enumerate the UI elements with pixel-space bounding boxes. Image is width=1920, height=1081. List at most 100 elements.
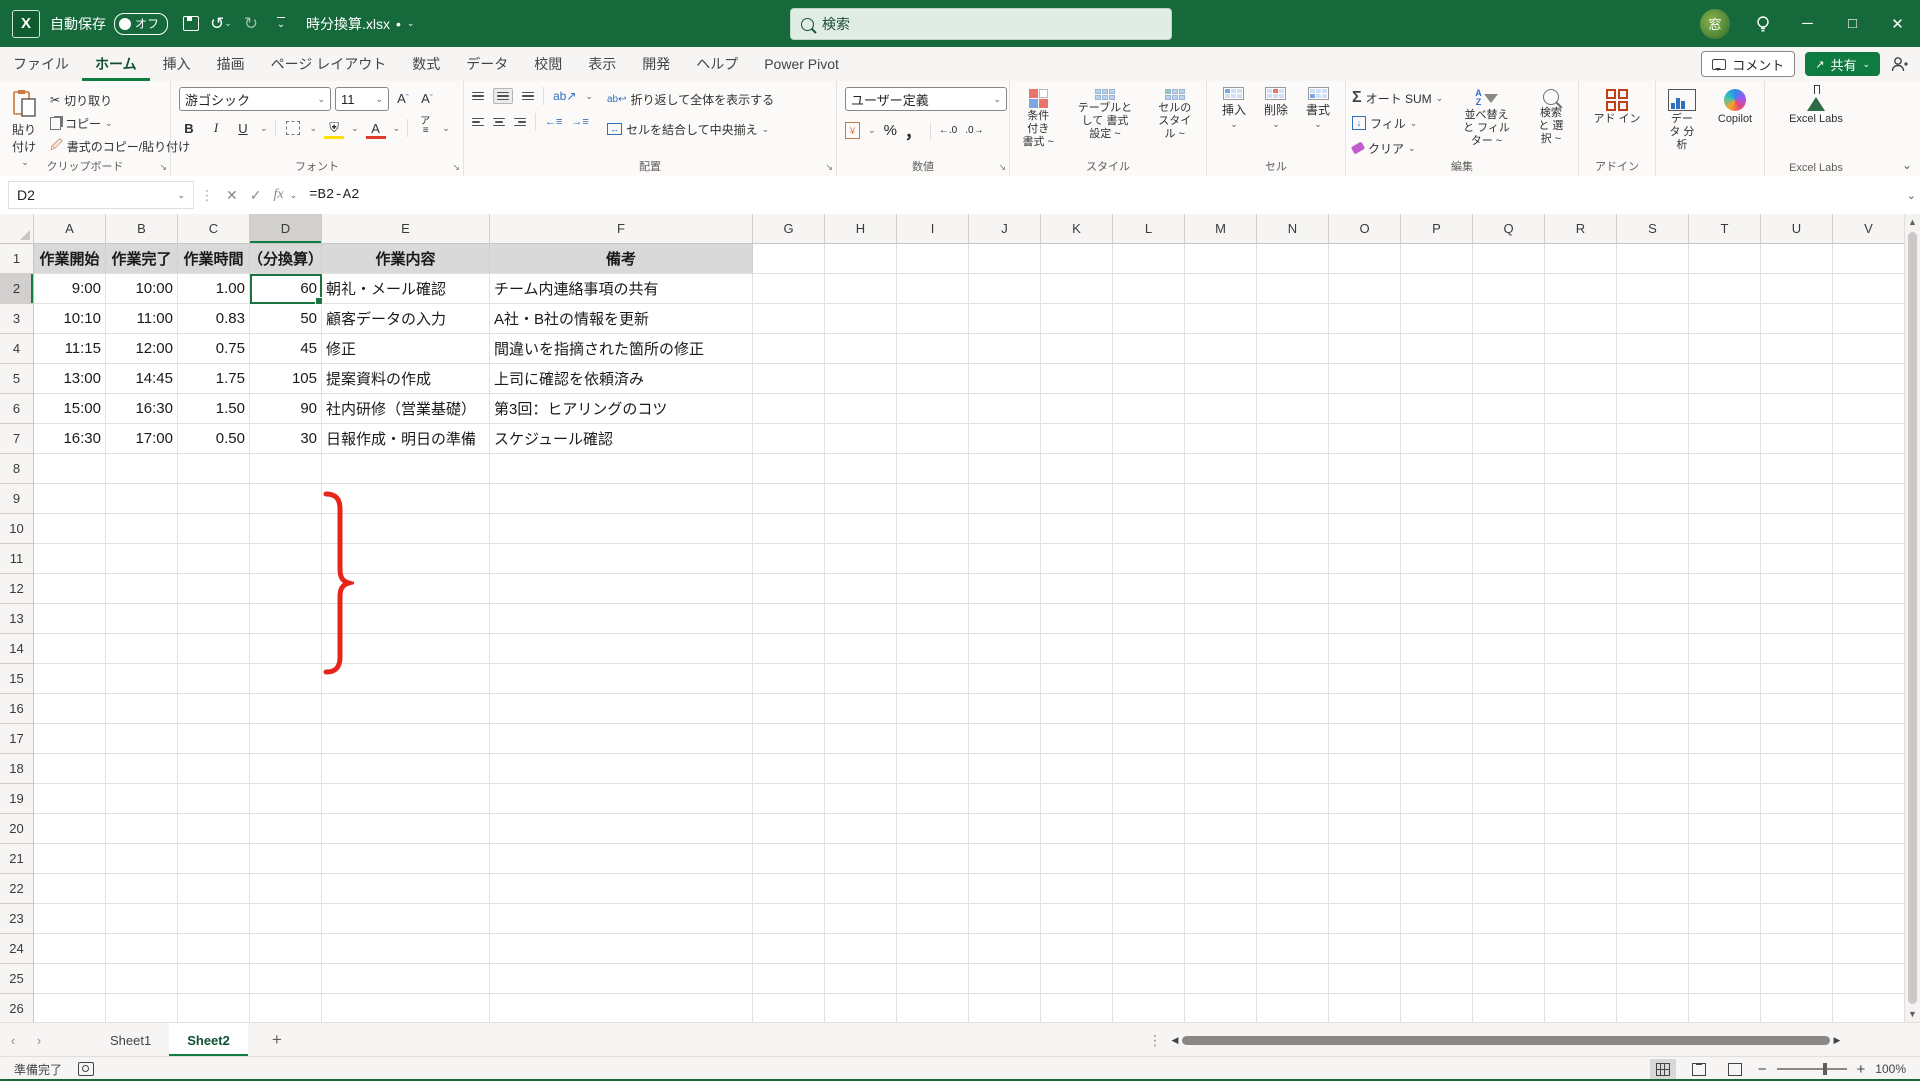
cell-R12[interactable] xyxy=(1545,574,1617,604)
cell-C6[interactable]: 1.50 xyxy=(178,394,250,424)
cell-A22[interactable] xyxy=(34,874,106,904)
cell-D12[interactable] xyxy=(250,574,322,604)
cell-E4[interactable]: 修正 xyxy=(322,334,490,364)
cell-N7[interactable] xyxy=(1257,424,1329,454)
cell-I1[interactable] xyxy=(897,244,969,274)
cell-A25[interactable] xyxy=(34,964,106,994)
cell-N24[interactable] xyxy=(1257,934,1329,964)
cell-L10[interactable] xyxy=(1113,514,1185,544)
addins-button[interactable]: アド イン xyxy=(1587,87,1646,128)
cell-N5[interactable] xyxy=(1257,364,1329,394)
cell-B12[interactable] xyxy=(106,574,178,604)
ribbon-tab-校閲[interactable]: 校閲 xyxy=(521,47,575,81)
cell-L18[interactable] xyxy=(1113,754,1185,784)
cell-Q6[interactable] xyxy=(1473,394,1545,424)
data-analysis-button[interactable]: データ 分析 xyxy=(1662,87,1702,154)
copilot-button[interactable]: Copilot xyxy=(1712,87,1758,127)
cell-O14[interactable] xyxy=(1329,634,1401,664)
cell-N14[interactable] xyxy=(1257,634,1329,664)
cell-D13[interactable] xyxy=(250,604,322,634)
cell-U23[interactable] xyxy=(1761,904,1833,934)
cell-C19[interactable] xyxy=(178,784,250,814)
cell-F21[interactable] xyxy=(490,844,753,874)
cell-T10[interactable] xyxy=(1689,514,1761,544)
cell-G24[interactable] xyxy=(753,934,825,964)
sheet-nav-next-icon[interactable]: › xyxy=(26,1033,52,1048)
cell-B4[interactable]: 12:00 xyxy=(106,334,178,364)
column-header-K[interactable]: K xyxy=(1041,214,1113,244)
cell-M5[interactable] xyxy=(1185,364,1257,394)
cell-T19[interactable] xyxy=(1689,784,1761,814)
cell-A12[interactable] xyxy=(34,574,106,604)
cell-K5[interactable] xyxy=(1041,364,1113,394)
cell-R1[interactable] xyxy=(1545,244,1617,274)
cell-B5[interactable]: 14:45 xyxy=(106,364,178,394)
cell-P5[interactable] xyxy=(1401,364,1473,394)
cell-P11[interactable] xyxy=(1401,544,1473,574)
cell-N17[interactable] xyxy=(1257,724,1329,754)
cell-H22[interactable] xyxy=(825,874,897,904)
cell-M13[interactable] xyxy=(1185,604,1257,634)
cell-D2[interactable]: 60 xyxy=(250,274,323,305)
qat-overflow-button[interactable]: ⌄ xyxy=(266,9,296,39)
cell-N20[interactable] xyxy=(1257,814,1329,844)
cell-L9[interactable] xyxy=(1113,484,1185,514)
wrap-text-button[interactable]: ab↩ 折り返して全体を表示する xyxy=(607,88,774,110)
formula-input[interactable]: =B2-A2 xyxy=(309,187,359,203)
cell-G15[interactable] xyxy=(753,664,825,694)
cell-P4[interactable] xyxy=(1401,334,1473,364)
cell-F11[interactable] xyxy=(490,544,753,574)
cell-P7[interactable] xyxy=(1401,424,1473,454)
cell-K9[interactable] xyxy=(1041,484,1113,514)
row-header-1[interactable]: 1 xyxy=(0,244,34,274)
cell-R7[interactable] xyxy=(1545,424,1617,454)
cell-N11[interactable] xyxy=(1257,544,1329,574)
cell-E7[interactable]: 日報作成・明日の準備 xyxy=(322,424,490,454)
macro-record-icon[interactable] xyxy=(78,1062,95,1076)
cell-F6[interactable]: 第3回：ヒアリングのコツ xyxy=(490,394,753,424)
lightbulb-button[interactable] xyxy=(1740,0,1785,47)
cell-H25[interactable] xyxy=(825,964,897,994)
horizontal-scroll-thumb[interactable] xyxy=(1182,1035,1830,1045)
cell-T22[interactable] xyxy=(1689,874,1761,904)
cell-F13[interactable] xyxy=(490,604,753,634)
column-header-U[interactable]: U xyxy=(1761,214,1833,244)
cell-Q22[interactable] xyxy=(1473,874,1545,904)
cell-L7[interactable] xyxy=(1113,424,1185,454)
column-header-T[interactable]: T xyxy=(1689,214,1761,244)
cell-N1[interactable] xyxy=(1257,244,1329,274)
zoom-level[interactable]: 100% xyxy=(1875,1062,1906,1076)
cell-U17[interactable] xyxy=(1761,724,1833,754)
cell-G4[interactable] xyxy=(753,334,825,364)
cell-T13[interactable] xyxy=(1689,604,1761,634)
cell-G11[interactable] xyxy=(753,544,825,574)
cell-H17[interactable] xyxy=(825,724,897,754)
cell-F16[interactable] xyxy=(490,694,753,724)
column-header-C[interactable]: C xyxy=(178,214,250,244)
cell-A19[interactable] xyxy=(34,784,106,814)
cell-V18[interactable] xyxy=(1833,754,1905,784)
cell-P2[interactable] xyxy=(1401,274,1473,304)
cell-C9[interactable] xyxy=(178,484,250,514)
cell-L22[interactable] xyxy=(1113,874,1185,904)
cell-P9[interactable] xyxy=(1401,484,1473,514)
cell-L6[interactable] xyxy=(1113,394,1185,424)
cell-D22[interactable] xyxy=(250,874,322,904)
cell-S23[interactable] xyxy=(1617,904,1689,934)
cell-B21[interactable] xyxy=(106,844,178,874)
cell-L12[interactable] xyxy=(1113,574,1185,604)
chevron-down-icon[interactable]: ⌄ xyxy=(442,123,450,134)
cell-G8[interactable] xyxy=(753,454,825,484)
cell-A21[interactable] xyxy=(34,844,106,874)
cell-L3[interactable] xyxy=(1113,304,1185,334)
delete-cells-button[interactable]: 削除 ⌄ xyxy=(1259,87,1293,130)
cell-B14[interactable] xyxy=(106,634,178,664)
save-button[interactable] xyxy=(176,9,206,39)
minimize-button[interactable]: ─ xyxy=(1785,0,1830,47)
cell-H1[interactable] xyxy=(825,244,897,274)
cell-O25[interactable] xyxy=(1329,964,1401,994)
cell-J3[interactable] xyxy=(969,304,1041,334)
cell-F9[interactable] xyxy=(490,484,753,514)
cell-S10[interactable] xyxy=(1617,514,1689,544)
cell-K6[interactable] xyxy=(1041,394,1113,424)
